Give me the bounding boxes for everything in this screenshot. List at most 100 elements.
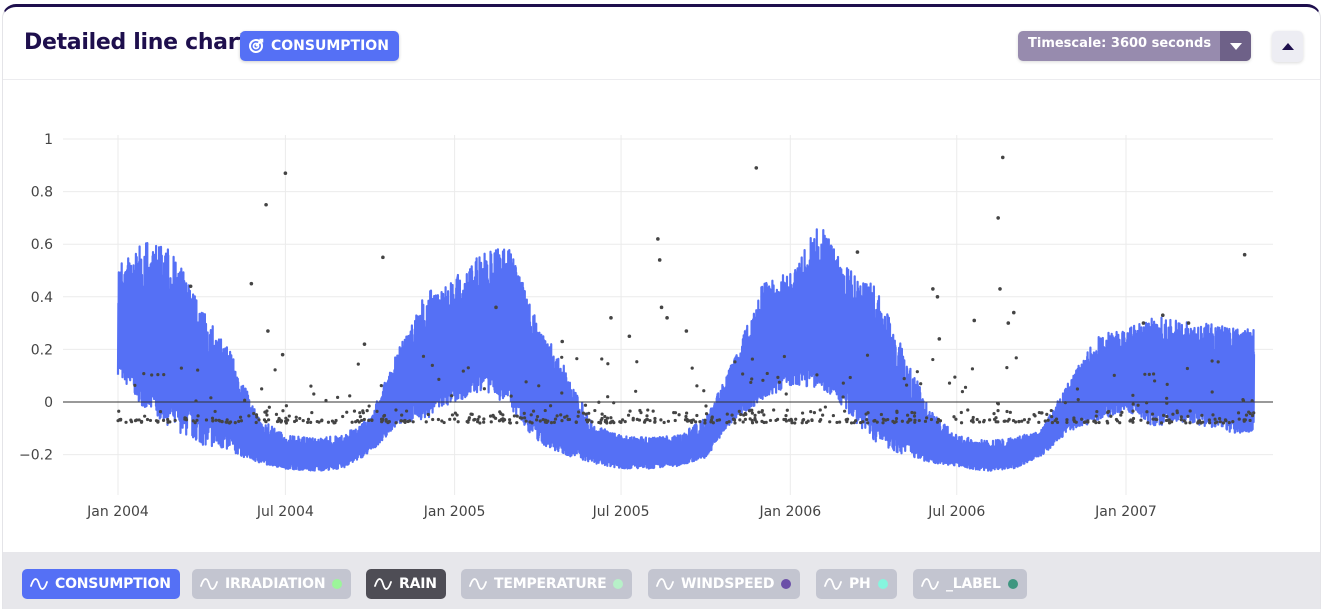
rain-point <box>476 417 480 422</box>
rain-point <box>563 415 567 419</box>
rain-point <box>1165 382 1169 386</box>
rain-point <box>324 398 328 403</box>
rain-point <box>1095 409 1099 414</box>
rain-point <box>1213 421 1217 425</box>
rain-point <box>140 419 144 424</box>
rain-point <box>529 413 533 417</box>
rain-point <box>260 387 264 391</box>
x-tick-label: Jan 2007 <box>1094 504 1157 520</box>
legend-chip-label[interactable]: _LABEL <box>913 569 1027 599</box>
chart-card: Detailed line chart CONSUMPTION Timescal… <box>2 4 1321 609</box>
rain-point <box>1241 399 1246 403</box>
rain-point <box>1244 413 1249 417</box>
rain-point <box>1072 416 1076 420</box>
rain-point <box>1184 421 1188 425</box>
rain-point <box>227 421 232 425</box>
rain-point <box>923 419 928 423</box>
legend-chip-ph[interactable]: PH <box>816 569 897 599</box>
y-tick-label: 0.8 <box>31 185 53 201</box>
rain-point <box>145 417 150 422</box>
rain-point <box>806 419 810 423</box>
legend-chip-consumption[interactable]: CONSUMPTION <box>22 569 180 599</box>
rain-point <box>453 417 457 421</box>
rain-point <box>975 417 979 422</box>
rain-point <box>173 418 177 423</box>
rain-point <box>639 411 643 415</box>
legend-chip-label: _LABEL <box>946 576 1001 592</box>
rain-point <box>312 392 316 396</box>
rain-point <box>651 409 655 413</box>
rain-point <box>545 420 549 425</box>
rain-point <box>845 420 849 424</box>
rain-point <box>905 413 910 417</box>
rain-point <box>810 418 814 423</box>
legend-chip-label: RAIN <box>399 576 437 592</box>
rain-point <box>841 395 845 399</box>
timescale-dropdown[interactable]: Timescale: 3600 seconds <box>1018 31 1251 61</box>
legend-chip-temperature[interactable]: TEMPERATURE <box>461 569 633 599</box>
rain-point <box>522 411 526 415</box>
rain-point <box>204 418 209 422</box>
rain-point <box>1050 420 1055 425</box>
caret-up-icon <box>1281 43 1294 50</box>
rain-point <box>737 409 741 414</box>
rain-point <box>1210 359 1214 363</box>
rain-point <box>800 411 805 415</box>
legend-chip-windspeed[interactable]: WINDSPEED <box>648 569 801 599</box>
rain-point <box>166 420 170 424</box>
legend-chip-irradiation[interactable]: IRRADIATION <box>192 569 352 599</box>
rain-point <box>1155 417 1159 422</box>
rain-point <box>1045 412 1049 416</box>
rain-point <box>332 421 336 425</box>
rain-point <box>1008 410 1012 414</box>
rain-point <box>482 387 486 391</box>
rain-point <box>621 418 625 422</box>
rain-point <box>583 403 588 407</box>
rain-point <box>929 417 933 422</box>
rain-point <box>1065 418 1069 422</box>
x-axis-ticks: Jan 2004 Jul 2004 Jan 2005 Jul 2005 Jan 2006… <box>86 504 1157 520</box>
legend-chip-label: PH <box>849 576 871 592</box>
rain-point <box>586 418 590 423</box>
line-chart-plot[interactable]: −0.200.20.40.60.81 Jan 2004 Jul 2004 Jan 2… <box>3 80 1321 550</box>
rain-point <box>381 255 385 260</box>
rain-point <box>894 420 898 424</box>
rain-point <box>841 381 845 385</box>
rain-point <box>785 408 789 412</box>
chart-header: Detailed line chart CONSUMPTION Timescal… <box>3 7 1320 80</box>
rain-point <box>254 420 258 425</box>
chart-title: Detailed line chart <box>24 30 249 55</box>
rain-point <box>996 408 1000 413</box>
rain-point <box>659 305 664 310</box>
rain-point <box>891 419 895 423</box>
rain-point <box>326 420 331 424</box>
rain-point <box>790 418 794 423</box>
rain-point <box>124 420 128 424</box>
rain-point <box>213 409 217 414</box>
rain-point <box>450 413 455 417</box>
rain-point <box>515 414 519 418</box>
rain-point <box>280 352 285 357</box>
rain-point <box>703 418 707 422</box>
rain-point <box>1109 414 1113 418</box>
rain-point <box>753 413 757 417</box>
rain-point <box>411 420 415 424</box>
rain-point <box>575 357 579 361</box>
rain-point <box>233 421 237 425</box>
rain-point <box>528 420 532 424</box>
rain-point <box>292 419 297 424</box>
collapse-button[interactable] <box>1272 31 1303 62</box>
rain-point <box>508 421 512 425</box>
rain-point <box>757 410 761 414</box>
rain-point <box>509 394 513 398</box>
series-color-dot <box>1007 579 1018 589</box>
rain-point <box>470 412 474 416</box>
rain-point <box>702 389 706 393</box>
rain-point <box>784 414 788 418</box>
rain-point <box>239 419 244 423</box>
rain-point <box>317 420 321 424</box>
timescale-caret-button[interactable] <box>1220 31 1251 61</box>
legend-chip-rain[interactable]: RAIN <box>366 569 446 599</box>
series-badge[interactable]: CONSUMPTION <box>240 31 399 61</box>
rain-point <box>996 420 1000 424</box>
